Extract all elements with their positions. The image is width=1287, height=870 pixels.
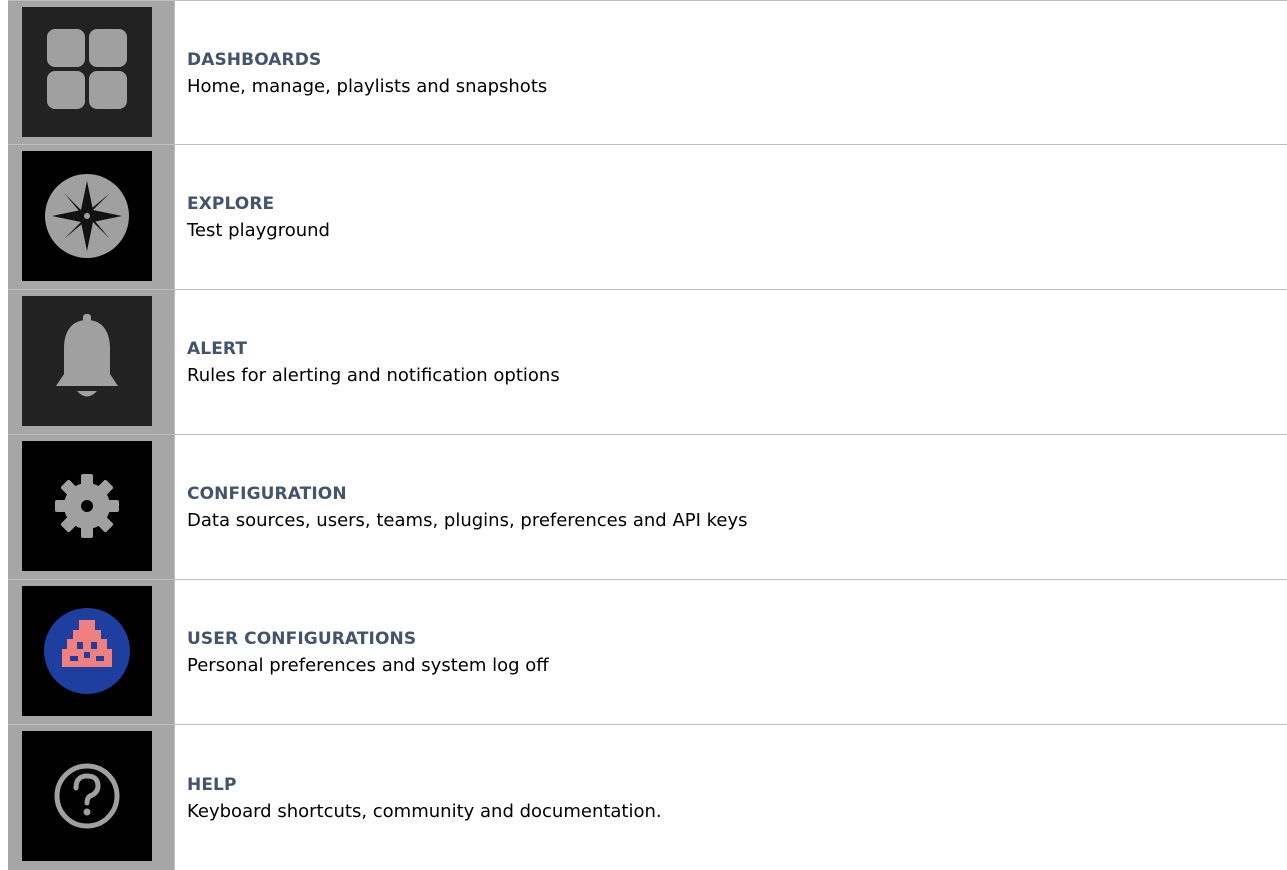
icon-cell	[8, 290, 175, 434]
icon-cell	[8, 580, 175, 724]
menu-description: Keyboard shortcuts, community and docume…	[187, 800, 662, 822]
menu-legend-table: DASHBOARDS Home, manage, playlists and s…	[8, 0, 1287, 870]
icon-cell	[8, 145, 175, 289]
question-circle-icon	[22, 731, 152, 861]
menu-row-explore: EXPLORE Test playground	[8, 145, 1287, 290]
text-cell: HELP Keyboard shortcuts, community and d…	[175, 725, 1287, 870]
dashboard-grid-icon	[22, 7, 152, 137]
menu-row-user-configurations: USER CONFIGURATIONS Personal preferences…	[8, 580, 1287, 725]
user-avatar-icon	[22, 586, 152, 716]
menu-title: HELP	[187, 774, 237, 795]
icon-cell	[8, 435, 175, 579]
menu-row-alert: ALERT Rules for alerting and notificatio…	[8, 290, 1287, 435]
menu-title: ALERT	[187, 339, 248, 359]
menu-description: Home, manage, playlists and snapshots	[187, 75, 548, 97]
bell-icon	[22, 296, 152, 426]
menu-row-help: HELP Keyboard shortcuts, community and d…	[8, 725, 1287, 870]
menu-description: Rules for alerting and notification opti…	[187, 365, 560, 386]
menu-description: Data sources, users, teams, plugins, pre…	[187, 510, 748, 531]
text-cell: DASHBOARDS Home, manage, playlists and s…	[175, 1, 1287, 144]
menu-title: EXPLORE	[187, 194, 275, 214]
icon-cell	[8, 725, 175, 870]
menu-row-configuration: CONFIGURATION Data sources, users, teams…	[8, 435, 1287, 580]
gear-icon	[22, 441, 152, 571]
menu-description: Personal preferences and system log off	[187, 655, 549, 676]
menu-title: USER CONFIGURATIONS	[187, 629, 417, 649]
compass-icon	[22, 151, 152, 281]
text-cell: USER CONFIGURATIONS Personal preferences…	[175, 580, 1287, 724]
menu-title: DASHBOARDS	[187, 49, 322, 70]
icon-cell	[8, 1, 175, 144]
text-cell: ALERT Rules for alerting and notificatio…	[175, 290, 1287, 434]
text-cell: CONFIGURATION Data sources, users, teams…	[175, 435, 1287, 579]
menu-title: CONFIGURATION	[187, 484, 347, 504]
text-cell: EXPLORE Test playground	[175, 145, 1287, 289]
menu-description: Test playground	[187, 220, 330, 241]
menu-row-dashboards: DASHBOARDS Home, manage, playlists and s…	[8, 0, 1287, 145]
